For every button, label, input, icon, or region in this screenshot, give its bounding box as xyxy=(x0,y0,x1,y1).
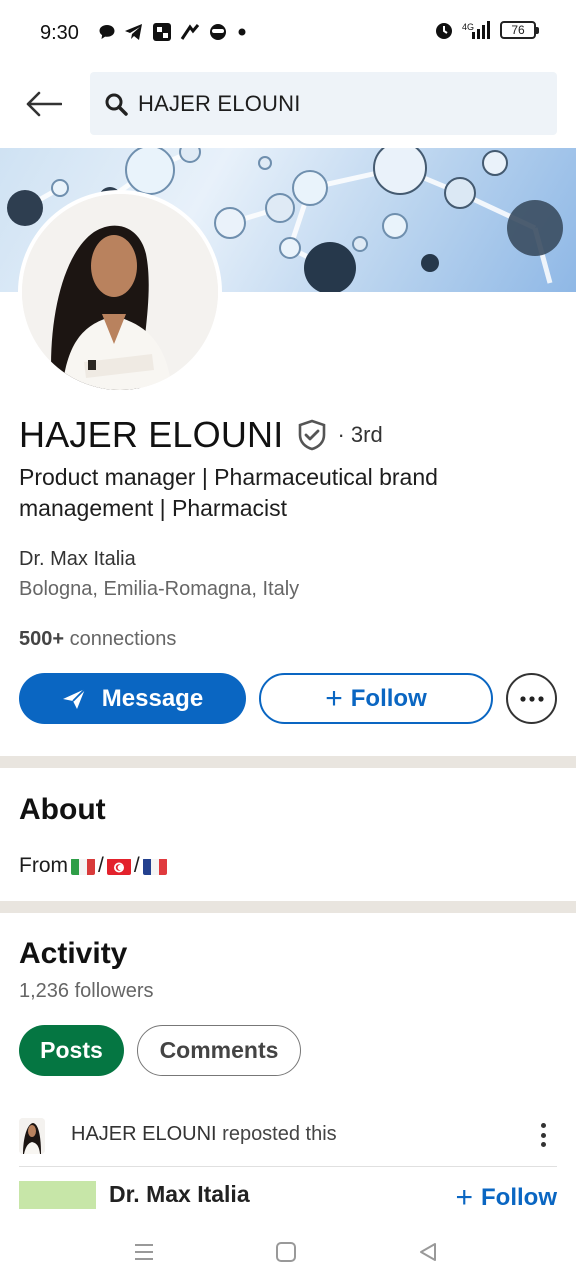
nav-back-button[interactable] xyxy=(410,1234,446,1270)
more-button[interactable] xyxy=(506,673,557,724)
section-divider xyxy=(0,756,576,768)
section-divider xyxy=(0,901,576,913)
verified-badge[interactable] xyxy=(297,419,327,451)
name-row: HAJER ELOUNI · 3rd xyxy=(19,414,383,456)
post-follow-button[interactable]: + Follow xyxy=(455,1183,557,1213)
about-heading: About xyxy=(19,793,106,826)
app-icon xyxy=(153,23,171,41)
repost-header[interactable]: HAJER ELOUNI reposted this xyxy=(19,1114,557,1158)
repost-suffix: reposted this xyxy=(222,1123,337,1145)
nav-menu-button[interactable] xyxy=(126,1234,162,1270)
more-icon xyxy=(519,695,544,702)
follow-button[interactable]: + Follow xyxy=(259,673,493,724)
repost-author: HAJER ELOUNI xyxy=(71,1123,217,1145)
activity-heading: Activity xyxy=(19,937,128,970)
about-separator: / xyxy=(133,854,140,877)
message-button[interactable]: Message xyxy=(19,673,246,724)
profile-connections[interactable]: 500+ connections xyxy=(19,628,176,651)
repost-text: HAJER ELOUNI reposted this xyxy=(71,1123,337,1146)
about-text: From / / xyxy=(19,854,170,878)
system-icons: 4G 76 xyxy=(434,20,539,40)
tab-comments[interactable]: Comments xyxy=(137,1025,301,1076)
profile-headline: Product manager | Pharmaceutical brand m… xyxy=(19,464,438,521)
italy-flag-icon xyxy=(71,858,95,875)
about-prefix: From xyxy=(19,854,68,877)
profile-company[interactable]: Dr. Max Italia xyxy=(19,548,136,571)
back-arrow-icon xyxy=(26,91,62,117)
send-icon xyxy=(62,687,86,709)
avatar xyxy=(19,1118,45,1154)
france-flag-icon xyxy=(142,858,167,875)
followers-count: 1,236 followers xyxy=(19,980,154,1002)
profile-name: HAJER ELOUNI xyxy=(19,414,284,455)
profile-photo xyxy=(22,194,218,390)
system-nav-bar xyxy=(0,1222,576,1280)
battery-indicator: 76 xyxy=(500,21,539,39)
notification-icons xyxy=(98,22,248,42)
dot-icon xyxy=(238,28,246,36)
telegram-icon xyxy=(125,24,142,40)
status-bar: 9:30 4G 76 xyxy=(0,0,576,66)
message-label: Message xyxy=(101,684,204,712)
chat-bubble-icon xyxy=(99,25,115,39)
mask-icon xyxy=(210,24,226,40)
back-triangle-icon xyxy=(420,1243,436,1261)
company-logo[interactable] xyxy=(19,1181,96,1209)
connection-degree: · 3rd xyxy=(337,422,383,447)
post-follow-label: Follow xyxy=(481,1184,557,1211)
post-company-name[interactable]: Dr. Max Italia xyxy=(109,1181,250,1208)
search-icon xyxy=(105,93,128,116)
svg-text:4G: 4G xyxy=(462,22,474,32)
plus-icon: + xyxy=(455,1181,474,1214)
tunisia-flag-icon xyxy=(106,858,131,875)
verified-shield-icon xyxy=(299,419,326,451)
status-time: 9:30 xyxy=(40,22,79,44)
post-header: Dr. Max Italia + Follow xyxy=(19,1178,557,1218)
home-icon xyxy=(276,1242,296,1262)
battery-level: 76 xyxy=(511,23,525,37)
back-button[interactable] xyxy=(22,84,66,124)
connections-label: connections xyxy=(69,628,177,650)
search-input[interactable]: HAJER ELOUNI xyxy=(90,72,557,135)
about-separator: / xyxy=(98,854,104,877)
menu-icon xyxy=(135,1244,153,1260)
kebab-icon[interactable] xyxy=(533,1120,553,1150)
signal-app-icon xyxy=(180,24,200,40)
plus-icon: + xyxy=(325,681,343,715)
connections-count: 500+ xyxy=(19,628,65,650)
top-bar: HAJER ELOUNI xyxy=(0,66,576,142)
follow-label: Follow xyxy=(350,684,427,712)
signal-icon: 4G xyxy=(462,21,490,39)
profile-avatar[interactable] xyxy=(18,190,222,394)
nav-home-button[interactable] xyxy=(268,1234,304,1270)
divider xyxy=(19,1166,557,1167)
alarm-icon xyxy=(436,23,452,39)
profile-location: Bologna, Emilia-Romagna, Italy xyxy=(19,578,300,600)
search-query: HAJER ELOUNI xyxy=(138,90,301,116)
tab-posts[interactable]: Posts xyxy=(19,1025,124,1076)
